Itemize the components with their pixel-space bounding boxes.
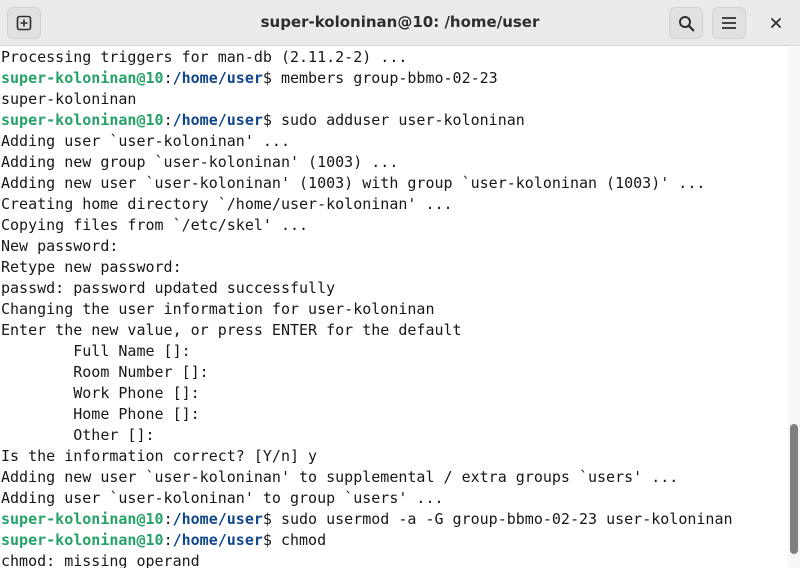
prompt-line: super-koloninan@10:/home/user$ sudo user… xyxy=(0,509,788,530)
prompt-separator: : xyxy=(163,510,173,528)
prompt-line: super-koloninan@10:/home/user$ members g… xyxy=(0,68,788,89)
output-line: Changing the user information for user-k… xyxy=(1,300,435,318)
prompt-separator: : xyxy=(163,531,173,549)
scrollbar[interactable] xyxy=(788,47,800,568)
output-line: Adding new user `user-koloninan' to supp… xyxy=(1,468,679,486)
prompt-path: /home/user xyxy=(172,531,263,549)
prompt-line: super-koloninan@10:/home/user$ chmod xyxy=(0,530,788,551)
output-line: Retype new password: xyxy=(1,258,182,276)
prompt-user: super-koloninan@10 xyxy=(1,69,164,87)
search-button[interactable] xyxy=(669,7,703,39)
terminal-output[interactable]: Processing triggers for man-db (2.11.2-2… xyxy=(0,47,788,568)
output-line: Processing triggers for man-db (2.11.2-2… xyxy=(1,48,408,66)
output-line: Room Number []: xyxy=(1,363,209,381)
hamburger-menu-icon xyxy=(722,17,736,29)
prompt-path: /home/user xyxy=(172,69,263,87)
close-icon xyxy=(771,18,781,28)
prompt-path: /home/user xyxy=(172,111,263,129)
output-line: Work Phone []: xyxy=(1,384,200,402)
command-text: $ sudo adduser user-koloninan xyxy=(262,111,525,129)
search-icon xyxy=(678,15,694,31)
output-line: Is the information correct? [Y/n] y xyxy=(1,447,318,465)
output-line: Full Name []: xyxy=(1,342,191,360)
close-button[interactable] xyxy=(759,7,793,39)
output-line: passwd: password updated successfully xyxy=(1,279,336,297)
prompt-user: super-koloninan@10 xyxy=(1,531,164,549)
command-text: $ chmod xyxy=(262,531,327,549)
command-text: $ sudo usermod -a -G group-bbmo-02-23 us… xyxy=(262,510,733,528)
new-tab-button[interactable] xyxy=(7,7,41,39)
prompt-separator: : xyxy=(163,69,173,87)
output-line: Creating home directory `/home/user-kolo… xyxy=(1,195,453,213)
output-line: Adding new group `user-koloninan' (1003)… xyxy=(1,153,399,171)
output-line: New password: xyxy=(1,237,119,255)
prompt-user: super-koloninan@10 xyxy=(1,111,164,129)
output-line: chmod: missing operand xyxy=(1,552,200,568)
prompt-separator: : xyxy=(163,111,173,129)
scrollbar-thumb[interactable] xyxy=(790,424,798,554)
output-line: Adding user `user-koloninan' to group `u… xyxy=(1,489,444,507)
new-tab-icon xyxy=(16,15,32,31)
command-text: $ members group-bbmo-02-23 xyxy=(262,69,498,87)
prompt-user: super-koloninan@10 xyxy=(1,510,164,528)
output-line: super-koloninan xyxy=(1,90,137,108)
title-bar: super-koloninan@10: /home/user xyxy=(0,0,800,46)
output-line: Copying files from `/etc/skel' ... xyxy=(1,216,309,234)
output-line: Enter the new value, or press ENTER for … xyxy=(1,321,462,339)
prompt-line: super-koloninan@10:/home/user$ sudo addu… xyxy=(0,110,788,131)
output-line: Adding user `user-koloninan' ... xyxy=(1,132,290,150)
output-line: Home Phone []: xyxy=(1,405,200,423)
output-line: Other []: xyxy=(1,426,155,444)
output-line: Adding new user `user-koloninan' (1003) … xyxy=(1,174,706,192)
prompt-path: /home/user xyxy=(172,510,263,528)
menu-button[interactable] xyxy=(712,7,746,39)
